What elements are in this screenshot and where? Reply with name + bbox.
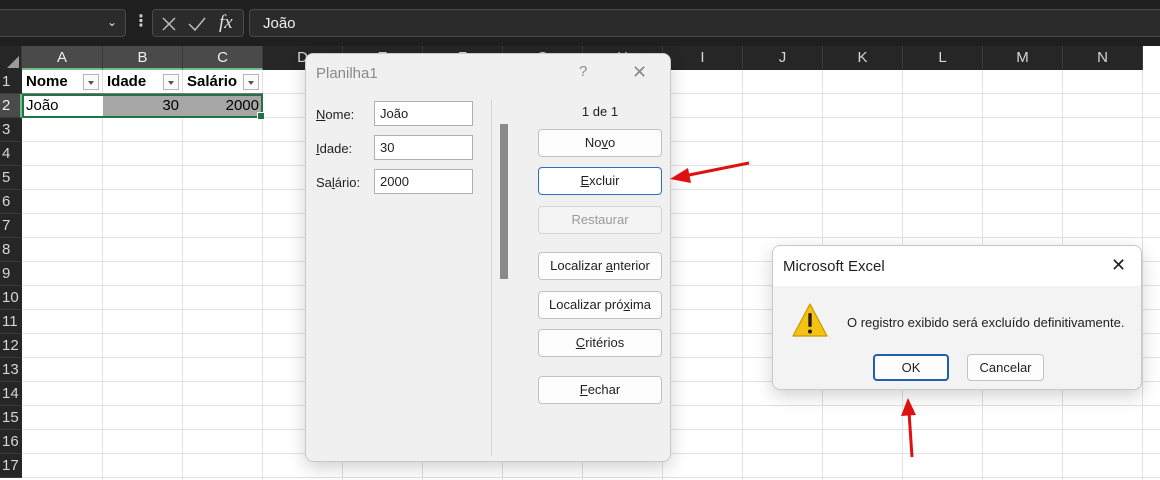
row-header-8[interactable]: 8 — [0, 238, 22, 262]
row-header-10[interactable]: 10 — [0, 286, 22, 310]
filter-dropdown-icon[interactable] — [243, 74, 259, 90]
row-header-5[interactable]: 5 — [0, 166, 22, 190]
gridline — [742, 70, 743, 480]
row-header-13[interactable]: 13 — [0, 358, 22, 382]
chevron-down-icon[interactable]: ⌄ — [107, 15, 117, 29]
dialog-message: O registro exibido será excluído definit… — [847, 315, 1125, 330]
criterios-button[interactable]: Critérios — [538, 329, 662, 357]
dialog-titlebar: Microsoft Excel ✕ — [773, 246, 1141, 286]
row-header-11[interactable]: 11 — [0, 310, 22, 334]
formula-buttons: fx — [152, 9, 244, 37]
column-header-b[interactable]: B — [103, 46, 183, 70]
column-header-a[interactable]: A — [22, 46, 103, 70]
column-header-i[interactable]: I — [663, 46, 743, 70]
help-icon[interactable]: ? — [579, 63, 587, 80]
cancel-button[interactable]: Cancelar — [967, 354, 1044, 381]
dialog-title: Microsoft Excel — [783, 258, 885, 275]
row-header-16[interactable]: 16 — [0, 430, 22, 454]
row-header-14[interactable]: 14 — [0, 382, 22, 406]
ok-button[interactable]: OK — [873, 354, 949, 381]
excluir-button[interactable]: Excluir — [538, 167, 662, 195]
close-icon[interactable]: ✕ — [632, 62, 647, 83]
gridline — [1142, 70, 1143, 480]
column-header-c[interactable]: C — [183, 46, 263, 70]
table-header-idade[interactable]: Idade — [103, 70, 183, 94]
field-label-salario: Salário: — [316, 175, 361, 190]
column-header-m[interactable]: M — [983, 46, 1063, 70]
warning-icon — [792, 303, 828, 337]
check-icon[interactable] — [187, 16, 207, 32]
filter-dropdown-icon[interactable] — [163, 74, 179, 90]
close-icon[interactable]: ✕ — [1111, 255, 1126, 276]
column-header-k[interactable]: K — [823, 46, 903, 70]
column-header-j[interactable]: J — [743, 46, 823, 70]
gridline — [22, 477, 1160, 478]
row-header-17[interactable]: 17 — [0, 454, 22, 478]
insert-function-icon[interactable]: fx — [219, 12, 233, 34]
arrow-to-excluir — [670, 161, 750, 183]
row-header-15[interactable]: 15 — [0, 406, 22, 430]
row-header-6[interactable]: 6 — [0, 190, 22, 214]
column-header-l[interactable]: L — [903, 46, 983, 70]
selection-range — [22, 94, 265, 120]
fechar-button[interactable]: Fechar — [538, 376, 662, 404]
table-header-salario[interactable]: Salário — [183, 70, 263, 94]
data-form-dialog: Planilha1 ? ✕ Nome: Idade: Salário: 1 de… — [305, 53, 671, 462]
idade-field[interactable] — [374, 135, 473, 160]
row-header-7[interactable]: 7 — [0, 214, 22, 238]
gridline — [102, 70, 103, 480]
record-counter: 1 de 1 — [581, 104, 619, 119]
row-header-1[interactable]: 1 — [0, 70, 22, 94]
divider — [491, 100, 492, 457]
field-label-nome: Nome: — [316, 107, 355, 122]
row-header-3[interactable]: 3 — [0, 118, 22, 142]
more-options-icon[interactable]: ⋮ — [133, 11, 149, 31]
filter-dropdown-icon[interactable] — [83, 74, 99, 90]
table-header-nome[interactable]: Nome — [22, 70, 103, 94]
column-header-n[interactable]: N — [1063, 46, 1143, 70]
cancel-icon[interactable] — [161, 16, 177, 32]
row-header-9[interactable]: 9 — [0, 262, 22, 286]
confirm-delete-dialog: Microsoft Excel ✕ O registro exibido ser… — [772, 245, 1142, 390]
salario-field[interactable] — [374, 169, 473, 194]
select-all-corner[interactable] — [0, 46, 22, 70]
row-header-4[interactable]: 4 — [0, 142, 22, 166]
formula-bar: ⌄ ⋮ fx João — [0, 0, 1160, 46]
record-scrollbar[interactable] — [500, 124, 508, 279]
row-header-2[interactable]: 2 — [0, 94, 22, 118]
nome-field[interactable] — [374, 101, 473, 126]
field-label-idade: Idade: — [316, 141, 353, 156]
localizar-proxima-button[interactable]: Localizar próxima — [538, 291, 662, 319]
gridline — [182, 70, 183, 480]
row-header-12[interactable]: 12 — [0, 334, 22, 358]
restaurar-button[interactable]: Restaurar — [538, 206, 662, 234]
gridline — [262, 70, 263, 480]
formula-input[interactable]: João — [249, 9, 1160, 37]
novo-button[interactable]: Novo — [538, 129, 662, 157]
name-box[interactable]: ⌄ — [0, 9, 126, 37]
dialog-title: Planilha1 — [316, 65, 378, 82]
localizar-anterior-button[interactable]: Localizar anterior — [538, 252, 662, 280]
arrow-to-ok — [901, 398, 916, 458]
